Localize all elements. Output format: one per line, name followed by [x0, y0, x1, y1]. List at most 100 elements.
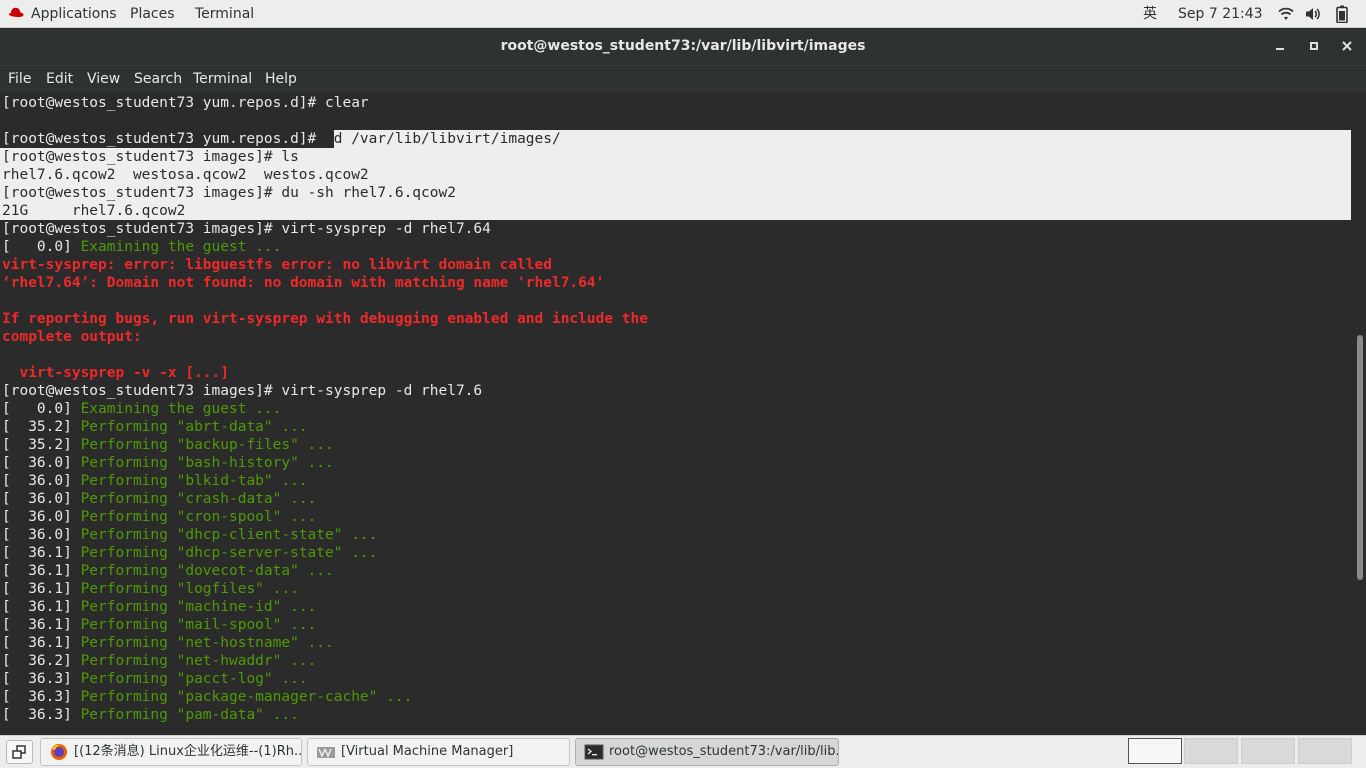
status-message: Performing "logfiles" ...: [80, 581, 299, 597]
status-timestamp: [ 36.0]: [2, 473, 81, 489]
terminal-line: rhel7.6.qcow2 westosa.qcow2 westos.qcow2: [2, 167, 369, 183]
terminal-line: [root@westos_student73 images]# virt-sys…: [2, 221, 491, 237]
menu-view[interactable]: View: [87, 71, 120, 88]
terminal-line: [ 36.1] Performing "dhcp-server-state" .…: [2, 544, 377, 562]
status-message: Performing "dovecot-data" ...: [80, 563, 334, 579]
terminal-line: [ 36.0] Performing "dhcp-client-state" .…: [2, 526, 377, 544]
prompt: [root@westos_student73 yum.repos.d]#: [2, 131, 326, 147]
workspace-4[interactable]: [1298, 738, 1352, 764]
redhat-logo-icon[interactable]: [7, 6, 25, 20]
terminal-line: [root@westos_student73 images]# virt-sys…: [2, 383, 483, 399]
terminal-line: [root@westos_student73 yum.repos.d]# cd …: [2, 130, 561, 148]
status-message: Performing "crash-data" ...: [80, 491, 317, 507]
status-timestamp: [ 0.0]: [2, 239, 81, 255]
terminal-icon: [584, 744, 604, 760]
taskbar-item-firefox[interactable]: [(12条消息) Linux企业化运维--(1)Rh...: [40, 738, 302, 766]
menu-terminal[interactable]: Terminal: [193, 71, 252, 88]
terminal-line: [ 36.1] Performing "mail-spool" ...: [2, 616, 316, 634]
status-timestamp: [ 35.2]: [2, 437, 81, 453]
workspace-2[interactable]: [1184, 738, 1238, 764]
terminal-line: 21G rhel7.6.qcow2: [2, 203, 186, 219]
terminal-line: [ 36.0] Performing "cron-spool" ...: [2, 508, 316, 526]
scrollbar-thumb[interactable]: [1357, 335, 1363, 580]
terminal-line: [ 35.2] Performing "backup-files" ...: [2, 436, 334, 454]
terminal-line: [root@westos_student73 yum.repos.d]# cle…: [2, 95, 369, 111]
workspace-3[interactable]: [1241, 738, 1295, 764]
applications-menu[interactable]: Applications: [31, 5, 117, 23]
status-message: Performing "dhcp-client-state" ...: [80, 527, 378, 543]
terminal-menubar: File Edit View Search Terminal Help: [0, 65, 1366, 93]
status-message: Performing "pacct-log" ...: [80, 671, 308, 687]
selected-command: cd /var/lib/libvirt/images/: [325, 131, 561, 147]
firefox-icon: [51, 744, 67, 760]
taskbar-item-terminal[interactable]: root@westos_student73:/var/lib/lib...: [575, 738, 839, 766]
status-timestamp: [ 36.0]: [2, 455, 81, 471]
menu-search[interactable]: Search: [134, 71, 182, 88]
status-timestamp: [ 36.1]: [2, 545, 81, 561]
status-message: Performing "net-hwaddr" ...: [80, 653, 317, 669]
show-desktop-button[interactable]: [6, 740, 33, 764]
status-timestamp: [ 36.1]: [2, 563, 81, 579]
status-timestamp: [ 36.1]: [2, 599, 81, 615]
terminal-line: [ 0.0] Examining the guest ...: [2, 400, 281, 418]
status-message: Performing "dhcp-server-state" ...: [80, 545, 378, 561]
status-timestamp: [ 36.3]: [2, 689, 81, 705]
status-timestamp: [ 36.0]: [2, 509, 81, 525]
top-bar: Applications Places Terminal 英 Sep 7 21:…: [0, 0, 1366, 28]
terminal-output[interactable]: [root@westos_student73 yum.repos.d]# cle…: [0, 93, 1355, 735]
menu-file[interactable]: File: [8, 71, 31, 88]
status-timestamp: [ 36.0]: [2, 491, 81, 507]
status-timestamp: [ 36.1]: [2, 581, 81, 597]
terminal-line: virt-sysprep -v -x [...]: [2, 365, 229, 381]
maximize-icon[interactable]: [1306, 38, 1322, 54]
terminal-app-menu[interactable]: Terminal: [195, 5, 254, 23]
window-title: root@westos_student73:/var/lib/libvirt/i…: [500, 38, 866, 54]
terminal-line: [ 36.0] Performing "crash-data" ...: [2, 490, 316, 508]
volume-icon[interactable]: [1305, 6, 1321, 22]
show-desktop-icon: [12, 745, 26, 759]
wifi-icon[interactable]: [1278, 7, 1294, 21]
status-message: Performing "package-manager-cache" ...: [80, 689, 413, 705]
terminal-line: [ 36.1] Performing "dovecot-data" ...: [2, 562, 334, 580]
input-method-indicator[interactable]: 英: [1143, 5, 1157, 23]
status-timestamp: [ 36.1]: [2, 635, 81, 651]
window-titlebar[interactable]: root@westos_student73:/var/lib/libvirt/i…: [0, 28, 1366, 65]
terminal-line: [root@westos_student73 images]# ls: [2, 149, 299, 165]
status-message: Performing "machine-id" ...: [80, 599, 317, 615]
terminal-line: [ 36.1] Performing "net-hostname" ...: [2, 634, 334, 652]
status-timestamp: [ 0.0]: [2, 401, 81, 417]
terminal-line: [ 36.3] Performing "pacct-log" ...: [2, 670, 308, 688]
status-message: Performing "bash-history" ...: [80, 455, 334, 471]
terminal-line: [ 36.1] Performing "machine-id" ...: [2, 598, 316, 616]
terminal-line: [root@westos_student73 images]# du -sh r…: [2, 185, 456, 201]
status-message: Examining the guest ...: [80, 239, 282, 255]
status-message: Performing "abrt-data" ...: [80, 419, 308, 435]
taskbar-item-virt-manager[interactable]: [Virtual Machine Manager]: [307, 738, 570, 766]
virt-manager-icon: [317, 747, 335, 758]
status-message: Performing "backup-files" ...: [80, 437, 334, 453]
minimize-icon[interactable]: [1272, 38, 1288, 54]
status-timestamp: [ 36.2]: [2, 653, 81, 669]
status-timestamp: [ 35.2]: [2, 419, 81, 435]
terminal-line: [ 36.0] Performing "blkid-tab" ...: [2, 472, 308, 490]
status-message: Performing "cron-spool" ...: [80, 509, 317, 525]
terminal-line: [ 0.0] Examining the guest ...: [2, 238, 281, 256]
status-message: Performing "net-hostname" ...: [80, 635, 334, 651]
taskbar: [(12条消息) Linux企业化运维--(1)Rh... [Virtual M…: [0, 735, 1366, 768]
terminal-scrollbar[interactable]: [1355, 93, 1366, 735]
terminal-line: ‘rhel7.64’: Domain not found: no domain …: [2, 275, 605, 291]
taskbar-item-label: [Virtual Machine Manager]: [341, 744, 514, 759]
terminal-line: complete output:: [2, 329, 142, 345]
places-menu[interactable]: Places: [130, 5, 175, 23]
battery-icon[interactable]: [1336, 5, 1348, 23]
taskbar-item-label: root@westos_student73:/var/lib/lib...: [609, 744, 839, 759]
taskbar-item-label: [(12条消息) Linux企业化运维--(1)Rh...: [74, 744, 302, 759]
close-icon[interactable]: [1339, 38, 1355, 54]
terminal-line: [ 36.3] Performing "package-manager-cach…: [2, 688, 412, 706]
menu-edit[interactable]: Edit: [46, 71, 73, 88]
menu-help[interactable]: Help: [265, 71, 297, 88]
status-message: Examining the guest ...: [80, 401, 282, 417]
workspace-1[interactable]: [1128, 738, 1182, 764]
clock[interactable]: Sep 7 21:43: [1178, 5, 1263, 23]
terminal-line: [ 36.2] Performing "net-hwaddr" ...: [2, 652, 316, 670]
